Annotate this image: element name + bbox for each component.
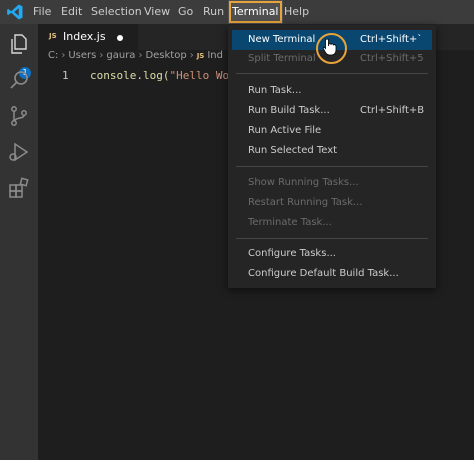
breadcrumb-users[interactable]: Users — [68, 50, 96, 61]
run-active-file-label: Run Active File — [248, 125, 322, 136]
menu-configure-tasks[interactable]: Configure Tasks... — [232, 244, 432, 264]
breadcrumb-gaura[interactable]: gaura — [106, 50, 135, 61]
split-terminal-label: Split Terminal — [248, 53, 316, 64]
breadcrumb-drive[interactable]: C: — [38, 50, 58, 61]
menu-run-active-file[interactable]: Run Active File — [232, 121, 432, 141]
menu-file[interactable]: File — [29, 0, 55, 24]
unsaved-dot-icon[interactable] — [117, 35, 123, 41]
menu-help[interactable]: Help — [280, 0, 313, 24]
menu-separator — [236, 166, 428, 167]
run-debug-icon[interactable] — [7, 140, 31, 164]
code-line[interactable]: console.log("Hello Worl — [90, 69, 242, 82]
files-icon[interactable] — [7, 32, 31, 56]
restart-running-task-label: Restart Running Task... — [248, 197, 363, 208]
menu-configure-default-build-task[interactable]: Configure Default Build Task... — [232, 264, 432, 284]
title-bar: File Edit Selection View Go Run Terminal… — [0, 0, 474, 24]
chevron-right-icon: › — [99, 50, 104, 61]
source-control-icon[interactable] — [7, 104, 31, 128]
new-terminal-label: New Terminal — [248, 34, 316, 45]
menu-run-selected-text[interactable]: Run Selected Text — [232, 141, 432, 161]
menu-restart-running-task[interactable]: Restart Running Task... — [232, 193, 432, 213]
menu-view[interactable]: View — [140, 0, 174, 24]
new-terminal-shortcut: Ctrl+Shift+` — [360, 34, 423, 45]
menu-run-task[interactable]: Run Task... — [232, 81, 432, 101]
extensions-icon[interactable] — [7, 176, 31, 200]
code-call: console.log( — [90, 69, 170, 82]
activity-bar: 1 — [0, 24, 38, 460]
line-number: 1 — [62, 69, 69, 82]
run-task-label: Run Task... — [248, 85, 302, 96]
menu-separator — [236, 73, 428, 74]
terminate-task-label: Terminate Task... — [248, 217, 332, 228]
run-build-task-shortcut: Ctrl+Shift+B — [360, 105, 425, 116]
tab-index-js[interactable]: JS Index.js — [38, 24, 138, 50]
configure-default-build-task-label: Configure Default Build Task... — [248, 268, 399, 279]
terminal-menu-dropdown: New Terminal Ctrl+Shift+` Split Terminal… — [228, 25, 436, 288]
menu-run[interactable]: Run — [199, 0, 228, 24]
breadcrumb-file[interactable]: Ind — [207, 50, 223, 61]
menu-selection[interactable]: Selection — [87, 0, 146, 24]
chevron-right-icon: › — [138, 50, 143, 61]
chevron-right-icon: › — [61, 50, 66, 61]
configure-tasks-label: Configure Tasks... — [248, 248, 336, 259]
split-terminal-shortcut: Ctrl+Shift+5 — [360, 53, 424, 64]
menu-terminate-task[interactable]: Terminate Task... — [232, 213, 432, 233]
vscode-logo-icon — [7, 4, 23, 20]
menu-go[interactable]: Go — [174, 0, 197, 24]
show-running-tasks-label: Show Running Tasks... — [248, 177, 359, 188]
chevron-right-icon: › — [189, 50, 194, 61]
menu-show-running-tasks[interactable]: Show Running Tasks... — [232, 173, 432, 193]
hand-pointer-icon — [322, 38, 337, 56]
menu-edit[interactable]: Edit — [57, 0, 86, 24]
menu-separator — [236, 238, 428, 239]
run-selected-text-label: Run Selected Text — [248, 145, 338, 156]
search-icon[interactable] — [7, 68, 31, 92]
js-file-icon: JS — [49, 32, 57, 40]
menu-terminal[interactable]: Terminal — [228, 0, 283, 24]
breadcrumb-desktop[interactable]: Desktop — [145, 50, 186, 61]
js-file-icon: JS — [196, 52, 205, 60]
menu-run-build-task[interactable]: Run Build Task... Ctrl+Shift+B — [232, 101, 432, 121]
run-build-task-label: Run Build Task... — [248, 105, 330, 116]
tab-label: Index.js — [63, 30, 106, 43]
